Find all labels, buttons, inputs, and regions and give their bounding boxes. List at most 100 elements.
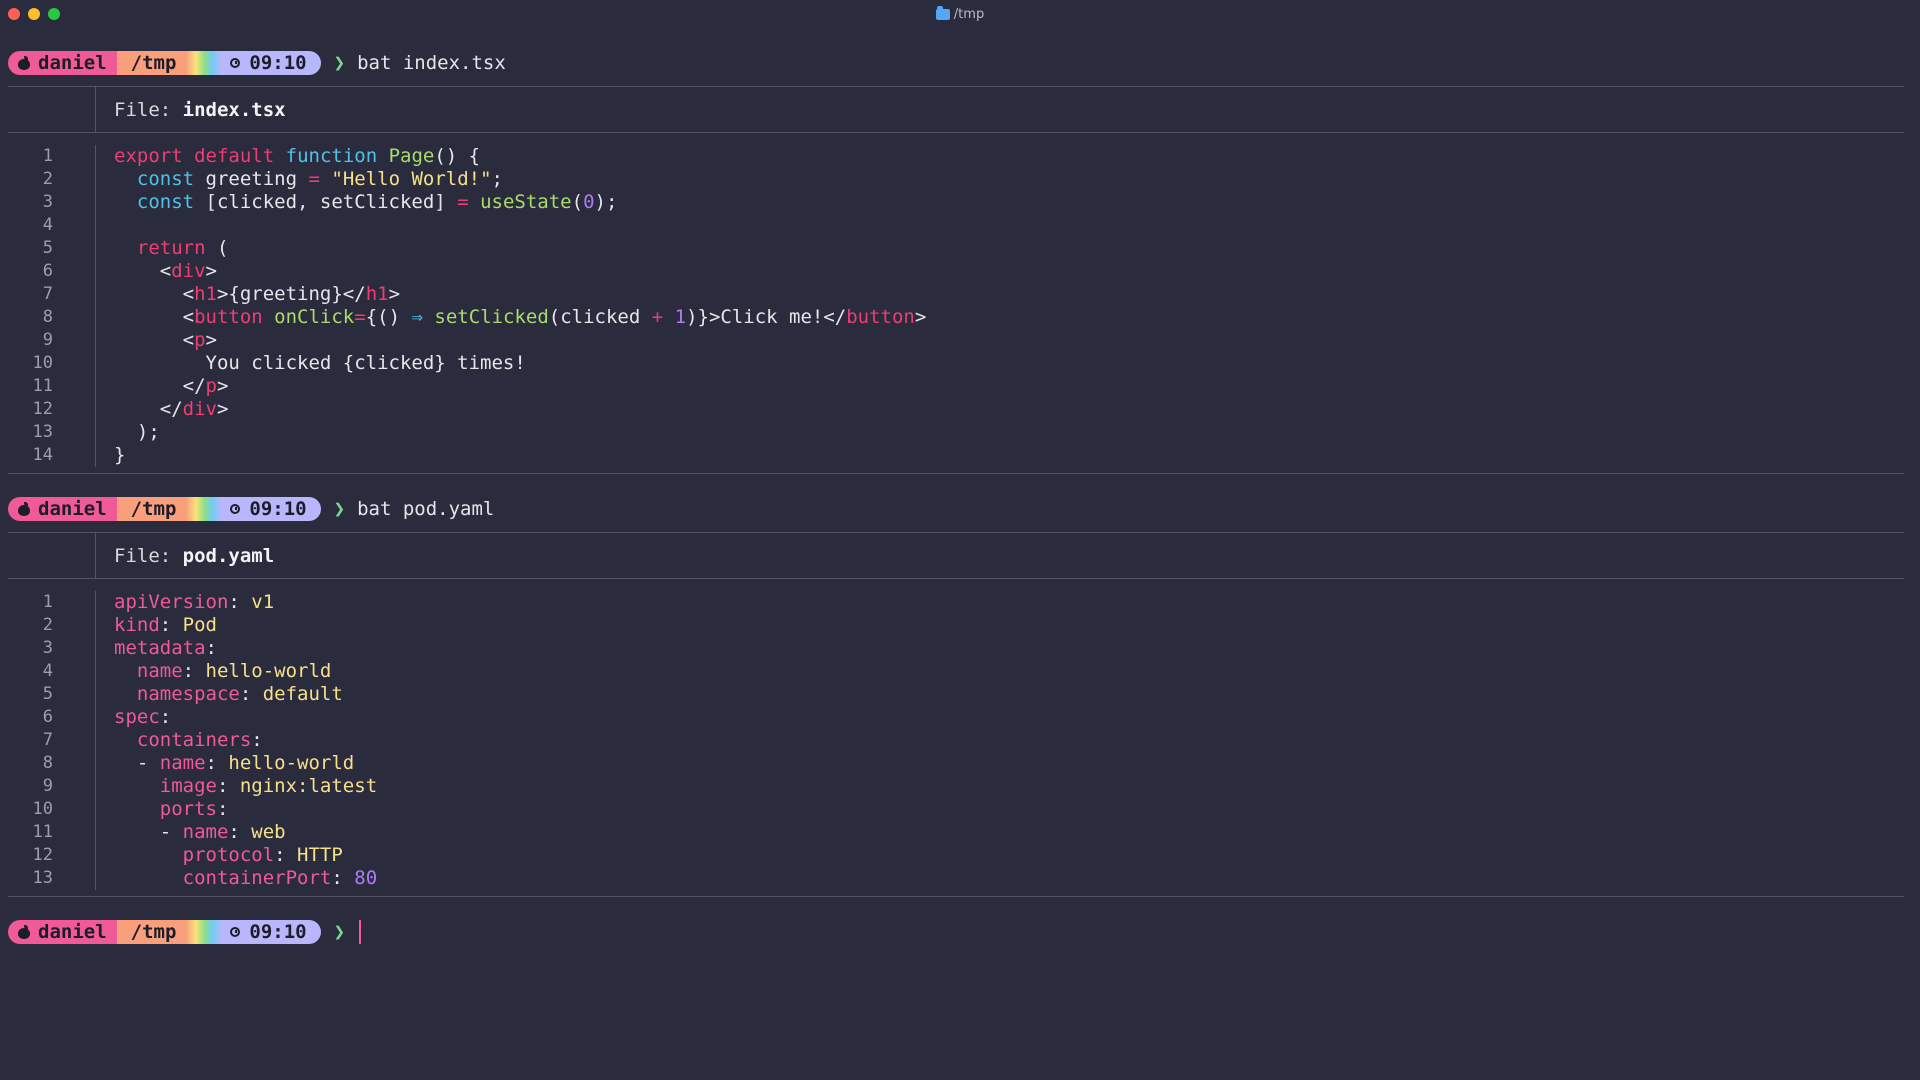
- line-number: 2: [42, 169, 53, 189]
- folder-icon: [935, 5, 950, 20]
- apple-icon: [18, 56, 30, 70]
- code-line: const [clicked, setClicked] = useState(0…: [136, 191, 618, 213]
- line-number: 11: [32, 376, 53, 396]
- command-text: bat pod.yaml: [357, 498, 495, 520]
- prompt-separator-arrows: [186, 51, 223, 75]
- prompt-symbol: ❯: [333, 921, 346, 943]
- prompt-dir: /tmp: [130, 921, 177, 943]
- line-number: 3: [42, 192, 53, 212]
- prompt-dir-segment: /tmp: [116, 497, 187, 521]
- code-line: name: hello-world: [136, 660, 332, 682]
- line-number: 5: [42, 238, 53, 258]
- bat-header: File: pod.yaml: [8, 533, 1904, 578]
- line-number: 1: [42, 146, 53, 166]
- file-label-text: File:: [114, 98, 183, 121]
- prompt-dir-segment: /tmp: [116, 51, 187, 75]
- bat-output: File: pod.yaml 1 2 3 4 5 6 7 8 9 10 11 1…: [8, 532, 1904, 897]
- bat-header: File: index.tsx: [8, 87, 1904, 132]
- minimize-icon[interactable]: [28, 8, 40, 20]
- line-number: 12: [32, 845, 53, 865]
- line-number: 2: [42, 615, 53, 635]
- close-icon[interactable]: [8, 8, 20, 20]
- prompt-time-segment: 09:10: [222, 920, 321, 944]
- title-bar[interactable]: /tmp: [0, 0, 1920, 28]
- code-line: You clicked {clicked} times!: [114, 352, 526, 374]
- apple-icon: [18, 502, 30, 516]
- code-view: export default function Page() { const g…: [96, 145, 926, 467]
- code-line: spec:: [114, 706, 172, 728]
- gutter: [8, 533, 96, 578]
- prompt-user-segment: daniel: [8, 51, 117, 75]
- prompt-time: 09:10: [249, 498, 307, 520]
- prompt-user-segment: daniel: [8, 920, 117, 944]
- prompt-user: daniel: [38, 52, 107, 74]
- line-number: 5: [42, 684, 53, 704]
- code-line: }: [114, 444, 126, 466]
- code-line: apiVersion: v1: [114, 591, 275, 613]
- line-number: 9: [42, 776, 53, 796]
- bat-body: 1 2 3 4 5 6 7 8 9 10 11 12 13 14 export …: [8, 133, 1904, 473]
- apple-icon: [18, 925, 30, 939]
- command-text: bat index.tsx: [357, 52, 506, 74]
- code-line: export default function Page() {: [114, 145, 481, 167]
- gutter: [8, 87, 96, 132]
- code-line: containerPort: 80: [182, 867, 378, 889]
- window-controls: [8, 8, 60, 20]
- line-number: 6: [42, 707, 53, 727]
- clock-icon: [230, 58, 241, 68]
- prompt-user-segment: daniel: [8, 497, 117, 521]
- code-line: const greeting = "Hello World!";: [136, 168, 503, 190]
- line-number: 13: [32, 422, 53, 442]
- prompt-dir: /tmp: [130, 52, 177, 74]
- terminal-content[interactable]: daniel /tmp 09:10 ❯ bat index.tsx File: …: [8, 40, 1904, 955]
- prompt-line: daniel /tmp 09:10 ❯ bat pod.yaml: [8, 486, 1904, 532]
- clock-icon: [230, 927, 241, 937]
- prompt-time-segment: 09:10: [222, 497, 321, 521]
- prompt-separator-arrows: [186, 920, 223, 944]
- line-numbers: 1 2 3 4 5 6 7 8 9 10 11 12 13: [8, 591, 96, 890]
- line-number: 8: [42, 753, 53, 773]
- line-number: 8: [42, 307, 53, 327]
- file-name: pod.yaml: [182, 544, 275, 567]
- prompt-dir: /tmp: [130, 498, 177, 520]
- line-number: 10: [32, 799, 53, 819]
- terminal-window[interactable]: /tmp daniel /tmp 09:10 ❯ bat index.tsx F…: [0, 0, 1920, 1080]
- prompt-user: daniel: [38, 498, 107, 520]
- window-title-text: /tmp: [953, 6, 985, 22]
- zoom-icon[interactable]: [48, 8, 60, 20]
- file-label-text: File:: [114, 544, 183, 567]
- code-line: image: nginx:latest: [159, 775, 378, 797]
- file-name: index.tsx: [182, 98, 286, 121]
- code-line: <button onClick={() ⇒ setClicked(clicked…: [114, 306, 927, 328]
- code-line: </p>: [114, 375, 229, 397]
- code-line: </div>: [114, 398, 229, 420]
- prompt-user: daniel: [38, 921, 107, 943]
- text-cursor[interactable]: [359, 920, 362, 944]
- prompt-dir-segment: /tmp: [116, 920, 187, 944]
- code-line: containers:: [136, 729, 263, 751]
- prompt-badge: daniel /tmp 09:10: [8, 51, 321, 75]
- code-line: - name: web: [114, 821, 286, 843]
- code-line: ports:: [159, 798, 229, 820]
- code-line: protocol: HTTP: [182, 844, 343, 866]
- file-label: File: pod.yaml: [96, 545, 274, 567]
- line-number: 4: [42, 215, 53, 235]
- active-prompt-line[interactable]: daniel /tmp 09:10 ❯: [8, 909, 1904, 955]
- file-label: File: index.tsx: [96, 99, 286, 121]
- line-numbers: 1 2 3 4 5 6 7 8 9 10 11 12 13 14: [8, 145, 96, 467]
- line-number: 12: [32, 399, 53, 419]
- line-number: 10: [32, 353, 53, 373]
- code-line: kind: Pod: [114, 614, 217, 636]
- line-number: 9: [42, 330, 53, 350]
- code-line: metadata:: [114, 637, 217, 659]
- prompt-separator-arrows: [186, 497, 223, 521]
- prompt-time-segment: 09:10: [222, 51, 321, 75]
- bat-output: File: index.tsx 1 2 3 4 5 6 7 8 9 10 11 …: [8, 86, 1904, 474]
- prompt-badge: daniel /tmp 09:10: [8, 920, 321, 944]
- prompt-line: daniel /tmp 09:10 ❯ bat index.tsx: [8, 40, 1904, 86]
- code-line: <h1>{greeting}</h1>: [114, 283, 401, 305]
- line-number: 11: [32, 822, 53, 842]
- bat-body: 1 2 3 4 5 6 7 8 9 10 11 12 13 apiVersion…: [8, 579, 1904, 896]
- code-line: <p>: [114, 329, 217, 351]
